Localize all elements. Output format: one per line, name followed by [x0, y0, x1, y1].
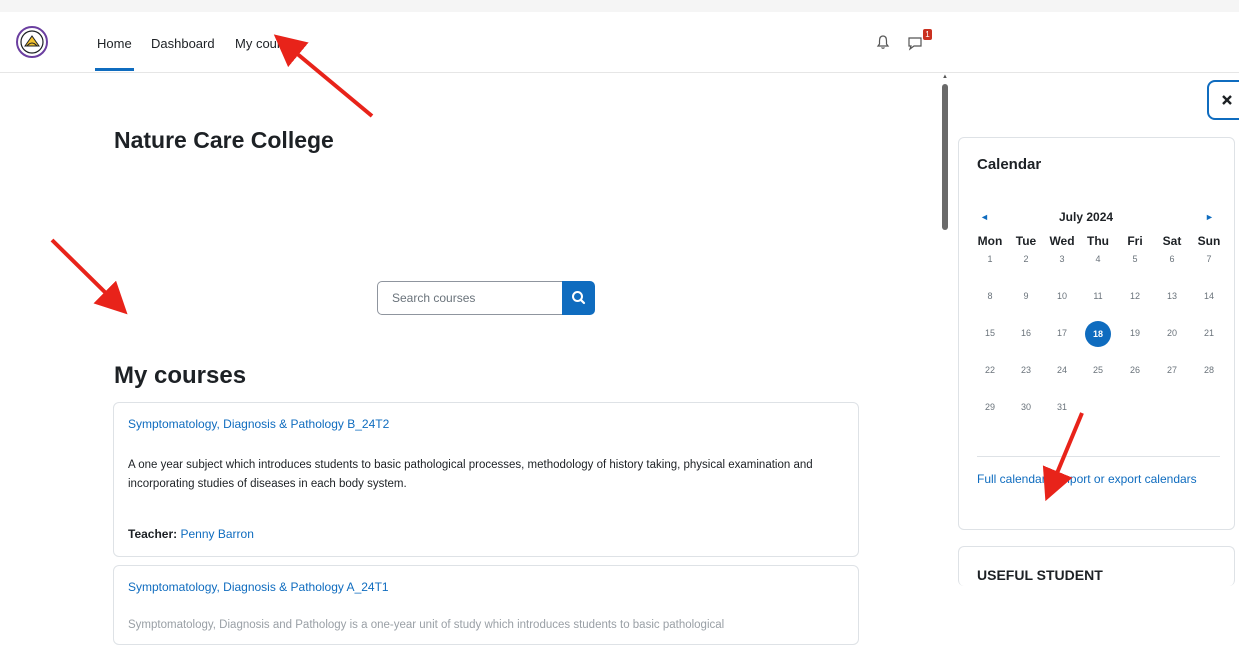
course-summary: A one year subject which introduces stud…: [128, 459, 813, 490]
calendar-day[interactable]: 19: [1118, 328, 1152, 338]
calendar-day[interactable]: 6: [1155, 254, 1189, 264]
calendar-weekday: Sat: [1162, 234, 1182, 248]
calendar-footer-links: Full calendar • Import or export calenda…: [977, 470, 1207, 488]
calendar-footer-divider: [977, 456, 1220, 457]
calendar-day-today[interactable]: 18: [1085, 321, 1111, 347]
calendar-day[interactable]: 28: [1192, 365, 1226, 375]
calendar-week-row: 22 23 24 25 26 27 28: [973, 365, 1227, 402]
calendar-day[interactable]: 5: [1118, 254, 1152, 264]
close-icon: [1222, 95, 1232, 105]
site-title: Nature Care College: [114, 127, 334, 153]
calendar-weekday: Fri: [1127, 234, 1143, 248]
calendar-day[interactable]: 26: [1118, 365, 1152, 375]
calendar-day[interactable]: 24: [1045, 365, 1079, 375]
nav-home[interactable]: Home: [95, 36, 134, 71]
calendar-day[interactable]: 16: [1009, 328, 1043, 338]
calendar-day[interactable]: 11: [1081, 291, 1115, 301]
close-drawer-button[interactable]: [1207, 80, 1239, 120]
course-teacher: Teacher: Penny Barron: [128, 527, 254, 541]
calendar-day[interactable]: 14: [1192, 291, 1226, 301]
calendar-day[interactable]: 2: [1009, 254, 1043, 264]
course-title-link[interactable]: Symptomatology, Diagnosis & Pathology A_…: [128, 580, 389, 594]
search-submit-button[interactable]: [562, 281, 595, 315]
calendar-day[interactable]: 25: [1081, 365, 1115, 375]
calendar-day[interactable]: 7: [1192, 254, 1226, 264]
full-calendar-link[interactable]: Full calendar: [977, 472, 1046, 486]
calendar-next-month-icon[interactable]: ►: [1205, 212, 1214, 222]
teacher-label: Teacher:: [128, 527, 178, 541]
messages-count-badge: 1: [923, 29, 932, 40]
course-search: [377, 281, 595, 315]
calendar-week-row: 1234567: [973, 254, 1227, 291]
calendar-day[interactable]: 1: [973, 254, 1007, 264]
logo-emblem-icon: [20, 30, 44, 54]
search-icon: [572, 291, 586, 305]
calendar-week-row: 15 16 17 18 19 20 21: [973, 321, 1227, 365]
calendar-day[interactable]: 30: [1009, 402, 1043, 412]
calendar-day[interactable]: 29: [973, 402, 1007, 412]
my-courses-heading: My courses: [114, 362, 247, 389]
scroll-up-arrow-icon[interactable]: ▲: [942, 74, 948, 80]
course-card: Symptomatology, Diagnosis & Pathology B_…: [113, 402, 859, 557]
top-strip: [0, 0, 1239, 12]
search-courses-input[interactable]: [377, 281, 563, 315]
calendar-day[interactable]: 27: [1155, 365, 1189, 375]
calendar-day[interactable]: 9: [1009, 291, 1043, 301]
college-logo[interactable]: [16, 26, 48, 58]
calendar-month-label: July 2024: [1059, 210, 1114, 224]
calendar-day[interactable]: 17: [1045, 328, 1079, 338]
calendar-day[interactable]: 13: [1155, 291, 1189, 301]
calendar-day[interactable]: 31: [1045, 402, 1079, 412]
calendar-weekday-row: Mon Tue Wed Thu Fri Sat Sun: [973, 234, 1227, 254]
calendar-day[interactable]: 23: [1009, 365, 1043, 375]
calendar-day[interactable]: 12: [1118, 291, 1152, 301]
calendar-weekday: Wed: [1049, 234, 1075, 248]
calendar-block: Calendar ◄ July 2024 ► Mon Tue Wed Thu Fri Sa…: [958, 137, 1235, 530]
calendar-day[interactable]: 15: [973, 328, 1007, 338]
useful-student-block: USEFUL STUDENT: [958, 546, 1235, 586]
nav-dashboard[interactable]: Dashboard: [151, 36, 215, 51]
notification-bell-icon[interactable]: [875, 34, 891, 50]
calendar-weekday: Mon: [977, 234, 1003, 248]
teacher-name-link[interactable]: Penny Barron: [180, 527, 253, 541]
calendar-weekday: Thu: [1087, 234, 1109, 248]
calendar-grid: Mon Tue Wed Thu Fri Sat Sun 1 2 3 4 5 6 7 8 9 10 11 12 13 14…: [973, 234, 1227, 439]
calendar-weekday: Sun: [1197, 234, 1221, 248]
import-export-calendars-link[interactable]: Import or export calendars: [1057, 472, 1197, 486]
footer-separator: •: [1049, 472, 1054, 486]
page-scrollbar-thumb[interactable]: [942, 84, 948, 230]
calendar-title: Calendar: [977, 156, 1042, 173]
calendar-day[interactable]: 3: [1045, 254, 1079, 264]
calendar-week-row: 29 30 31: [973, 402, 1227, 439]
calendar-day[interactable]: 8: [973, 291, 1007, 301]
calendar-day[interactable]: 4: [1081, 254, 1115, 264]
calendar-weekday: Tue: [1015, 234, 1037, 248]
nav-my-courses[interactable]: My courses: [235, 36, 301, 51]
bottom-blank-area: [940, 586, 1239, 623]
calendar-day[interactable]: 20: [1155, 328, 1189, 338]
calendar-day[interactable]: 10: [1045, 291, 1079, 301]
course-summary: Symptomatology, Diagnosis and Pathology …: [128, 619, 725, 631]
annotation-arrow-left: [50, 238, 128, 315]
calendar-day[interactable]: 22: [973, 365, 1007, 375]
course-card: Symptomatology, Diagnosis & Pathology A_…: [113, 565, 859, 645]
useful-student-title: USEFUL STUDENT: [977, 567, 1103, 583]
calendar-day[interactable]: 21: [1192, 328, 1226, 338]
course-title-link[interactable]: Symptomatology, Diagnosis & Pathology B_…: [128, 417, 389, 431]
top-navbar: Home Dashboard My courses 1: [0, 12, 1239, 73]
calendar-prev-month-icon[interactable]: ◄: [980, 212, 989, 222]
